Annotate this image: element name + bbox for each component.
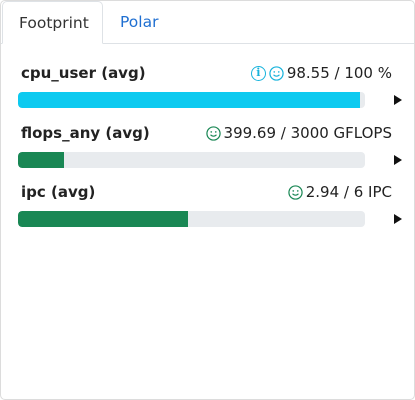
smile-icon bbox=[205, 125, 221, 141]
footprint-card: Footprint Polar cpu_user (avg) i 98.55 /… bbox=[0, 0, 415, 400]
progress-bar bbox=[18, 211, 365, 227]
metric-value: 399.69 / 3000 GFLOPS bbox=[223, 124, 392, 142]
smile-icon bbox=[269, 65, 284, 81]
progress-fill bbox=[18, 152, 65, 168]
metric-value-group: i 98.55 / 100 % bbox=[250, 64, 392, 82]
metric-value: 98.55 / 100 % bbox=[286, 64, 392, 82]
metric-name: ipc (avg) bbox=[21, 183, 96, 201]
metric-value-group: 399.69 / 3000 GFLOPS bbox=[205, 124, 392, 142]
expand-icon[interactable] bbox=[394, 214, 402, 224]
metric-cpu-user: cpu_user (avg) i 98.55 / 100 % bbox=[1, 64, 414, 124]
tab-polar[interactable]: Polar bbox=[104, 1, 174, 43]
progress-fill bbox=[18, 92, 360, 108]
tab-bar: Footprint Polar bbox=[1, 1, 414, 44]
metric-value: 2.94 / 6 IPC bbox=[305, 183, 392, 201]
metric-name: flops_any (avg) bbox=[21, 124, 150, 142]
progress-bar bbox=[18, 152, 365, 168]
info-icon[interactable]: i bbox=[250, 65, 266, 81]
metric-ipc: ipc (avg) 2.94 / 6 IPC bbox=[1, 183, 414, 243]
smile-icon bbox=[288, 184, 303, 200]
expand-icon[interactable] bbox=[394, 95, 402, 105]
expand-icon[interactable] bbox=[394, 155, 402, 165]
metric-value-group: 2.94 / 6 IPC bbox=[288, 183, 392, 201]
metric-name: cpu_user (avg) bbox=[21, 64, 146, 82]
progress-bar bbox=[18, 92, 365, 108]
progress-fill bbox=[18, 211, 189, 227]
tab-footprint[interactable]: Footprint bbox=[2, 1, 103, 44]
metric-flops-any: flops_any (avg) 399.69 / 3000 GFLOPS bbox=[1, 124, 414, 184]
